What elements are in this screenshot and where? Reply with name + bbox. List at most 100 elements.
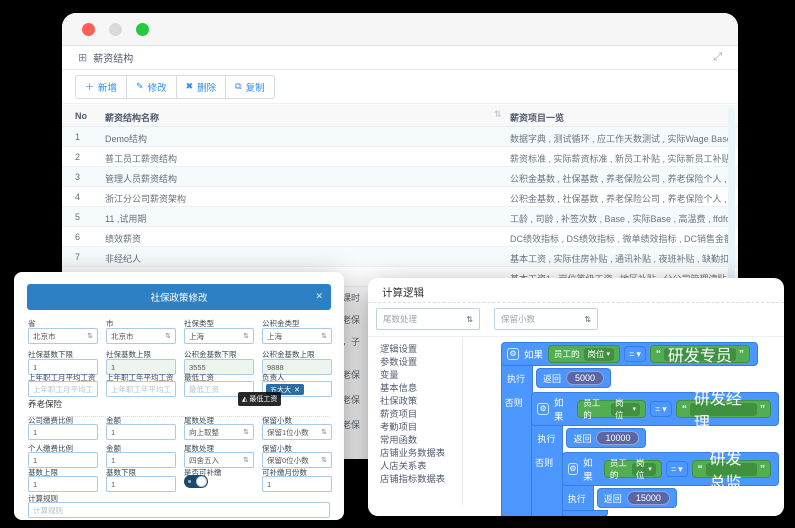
cell-name: 绩效薪资: [105, 232, 485, 245]
number-block[interactable]: 10000: [596, 431, 639, 445]
if-block-header[interactable]: ⚙ 如果 员工的 岗位▾ =▾ “ 研发经理: [531, 392, 779, 426]
string-block[interactable]: “ 研发专员 ”: [650, 345, 750, 363]
close-icon[interactable]: ✕: [315, 291, 323, 302]
company-rounding-select[interactable]: 向上取整⇅: [184, 424, 254, 440]
menu-item-social-policy[interactable]: 社保政策: [380, 393, 417, 407]
yearly-avg-wage-input[interactable]: [106, 381, 176, 397]
if-block-foot: [562, 510, 608, 516]
base-lower-input[interactable]: [106, 476, 176, 492]
gear-icon[interactable]: ⚙: [537, 403, 549, 415]
gear-icon[interactable]: ⚙: [507, 348, 519, 360]
menu-item-salary-items[interactable]: 薪资项目: [380, 406, 417, 420]
base-upper-input[interactable]: [28, 476, 98, 492]
operator-block[interactable]: =▾: [666, 461, 688, 477]
personal-rounding-select[interactable]: 四舍五入 ⇅: [184, 452, 254, 468]
field-dropdown[interactable]: 岗位▾: [632, 463, 656, 476]
menu-item-person-store-table[interactable]: 人店关系表: [380, 458, 427, 472]
open-quote: “: [682, 404, 687, 415]
city-select[interactable]: 北京市⇅: [106, 328, 176, 344]
menu-item-logic-settings[interactable]: 逻辑设置: [380, 341, 417, 355]
table-row[interactable]: 5 11 ,试用期 工龄 , 司龄 , 补签次数 , Base , 实际Base…: [62, 207, 738, 227]
employee-field-block[interactable]: 员工的 岗位▾: [548, 345, 620, 363]
table-row[interactable]: 7 非经纪人 基本工资 , 实际住房补贴 , 通讯补贴 , 夜班补贴 , 缺勤扣…: [62, 247, 738, 267]
if-block-middle[interactable]: ⚙ 如果 员工的 岗位▾ =▾ “ 研发经理: [531, 392, 779, 516]
menu-item-basic-info[interactable]: 基本信息: [380, 380, 417, 394]
table-row[interactable]: 1 Demo结构 数据字典 , 测试循环 , 应工作天数测试 , 实际Wage …: [62, 127, 738, 147]
menu-item-attendance-items[interactable]: 考勤项目: [380, 419, 417, 433]
string-value[interactable]: 研发专员: [664, 348, 736, 361]
calc-rule-input[interactable]: [28, 502, 330, 518]
string-block[interactable]: “ 研发总监 ”: [692, 460, 771, 478]
copy-button[interactable]: ⧉ 复制: [226, 75, 274, 99]
table-row[interactable]: 2 普工员工薪资结构 薪资标准 , 实际薪资标准 , 新员工补贴 , 实际新员工…: [62, 147, 738, 167]
chevron-down-icon: ▾: [607, 350, 611, 358]
monthly-avg-wage-input[interactable]: [28, 381, 98, 397]
backpay-months-input[interactable]: [262, 476, 332, 492]
select-value: 保留0位小数: [267, 455, 309, 466]
cell-name: Demo结构: [105, 132, 485, 145]
if-block-header[interactable]: ⚙ 如果 员工的 岗位▾ =▾ “ 研发专员 ”: [501, 342, 758, 366]
fund-type-select[interactable]: 上海⇅: [262, 328, 332, 344]
delete-button-label: 删除: [197, 80, 216, 94]
expand-icon[interactable]: ⤢: [713, 51, 722, 64]
cell-name: 非经纪人: [105, 252, 485, 265]
number-block[interactable]: 15000: [627, 491, 670, 505]
close-quote: ”: [739, 349, 744, 360]
personal-decimals-select[interactable]: 保留0位小数 ⇅: [262, 452, 332, 468]
column-header-name[interactable]: 薪资结构名称: [105, 111, 159, 124]
delete-button[interactable]: ✖ 删除: [177, 75, 227, 99]
personal-amount-input[interactable]: [106, 452, 176, 468]
operator-block[interactable]: =▾: [624, 346, 646, 362]
allow-backpay-toggle[interactable]: [184, 475, 208, 488]
add-button[interactable]: ＋ 新增: [75, 75, 127, 99]
province-select[interactable]: 北京市⇅: [28, 328, 98, 344]
field-dropdown[interactable]: 岗位▾: [584, 348, 615, 361]
cell-items: 公积金基数 , 社保基数 , 养老保险公司 , 养老保险个人 , 医疗保险公司 …: [510, 172, 732, 185]
table-row[interactable]: 6 绩效薪资 DC绩效指标 , DS绩效指标 , 微单绩效指标 , DC销售金额…: [62, 227, 738, 247]
string-block[interactable]: “ 研发经理 ”: [676, 400, 771, 418]
chevron-down-icon: ▾: [678, 464, 683, 475]
company-decimals-select[interactable]: 保留1位小数⇅: [262, 424, 332, 440]
if-block-outer[interactable]: ⚙ 如果 员工的 岗位▾ =▾ “ 研发专员 ” 执行: [501, 342, 779, 516]
social-type-select[interactable]: 上海⇅: [184, 328, 254, 344]
table-row[interactable]: 3 管理人员薪资结构 公积金基数 , 社保基数 , 养老保险公司 , 养老保险个…: [62, 167, 738, 187]
edit-button[interactable]: ✎ 修改: [127, 75, 177, 99]
zoom-window-button[interactable]: [136, 23, 149, 36]
number-block[interactable]: 5000: [566, 371, 604, 385]
return-keyword: 返回: [543, 372, 561, 385]
menu-item-common-functions[interactable]: 常用函数: [380, 432, 417, 446]
select-value: 四舍五入: [189, 455, 219, 466]
logic-panel-title: 计算逻辑: [382, 285, 424, 300]
string-value[interactable]: 研发经理: [690, 403, 757, 416]
minimize-window-button[interactable]: [109, 23, 122, 36]
menu-item-store-business-table[interactable]: 店铺业务数据表: [380, 445, 445, 459]
rounding-select[interactable]: 尾数处理 ⇅: [376, 308, 480, 330]
return-block[interactable]: 返回 10000: [566, 428, 646, 448]
string-value[interactable]: 研发总监: [706, 463, 757, 476]
decimals-select[interactable]: 保留小数 ⇅: [494, 308, 598, 330]
cell-items: 工龄 , 司龄 , 补签次数 , Base , 实际Base , 高温费 , f…: [510, 212, 732, 225]
subject-label: 员工的: [610, 457, 628, 481]
employee-field-block[interactable]: 员工的 岗位▾: [577, 400, 646, 418]
field-dropdown[interactable]: 岗位▾: [611, 403, 640, 416]
company-amount-input[interactable]: [106, 424, 176, 440]
gear-icon[interactable]: ⚙: [568, 463, 578, 475]
menu-item-param-settings[interactable]: 参数设置: [380, 354, 417, 368]
menu-item-variables[interactable]: 变量: [380, 367, 399, 381]
select-stepper-icon: ⇅: [243, 456, 249, 464]
tag-close-icon[interactable]: ✕: [294, 386, 300, 394]
return-block[interactable]: 返回 15000: [597, 488, 677, 508]
table-row[interactable]: 4 浙江分公司薪资架构 公积金基数 , 社保基数 , 养老保险公司 , 养老保险…: [62, 187, 738, 207]
menu-item-store-metric-table[interactable]: 店铺指标数据表: [380, 471, 445, 485]
sort-icon[interactable]: ⇅: [494, 109, 502, 120]
cell-no: 6: [75, 232, 80, 242]
personal-rate-input[interactable]: [28, 452, 98, 468]
return-block[interactable]: 返回 5000: [536, 368, 611, 388]
if-block-inner[interactable]: ⚙ 如果 员工的 岗位▾ =▾: [562, 452, 779, 516]
company-rate-input[interactable]: [28, 424, 98, 440]
select-stepper-icon: ⇅: [321, 456, 327, 464]
if-block-header[interactable]: ⚙ 如果 员工的 岗位▾ =▾: [562, 452, 779, 486]
close-window-button[interactable]: [82, 23, 95, 36]
operator-block[interactable]: =▾: [650, 401, 672, 417]
employee-field-block[interactable]: 员工的 岗位▾: [604, 460, 662, 478]
